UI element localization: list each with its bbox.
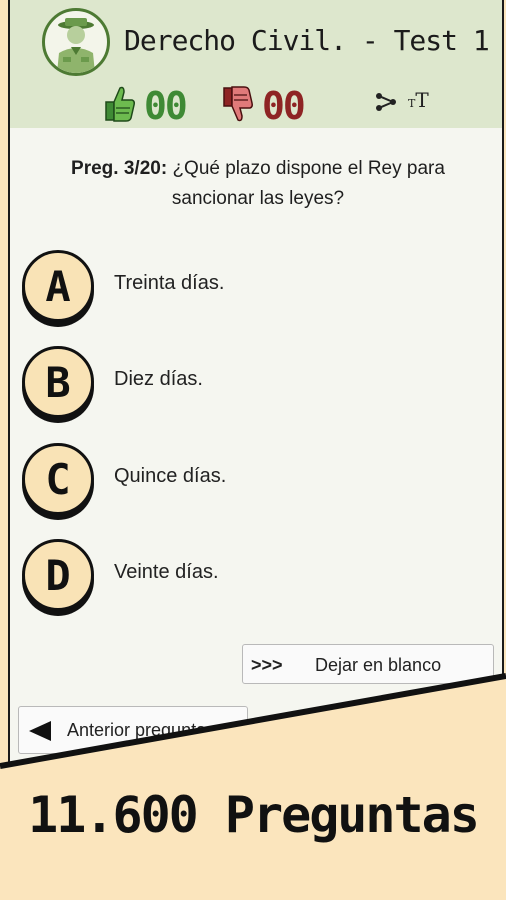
- option-text[interactable]: Veinte días.: [114, 561, 219, 584]
- option-letter-badge[interactable]: C: [22, 443, 94, 515]
- option-a[interactable]: A Treinta días.: [22, 250, 492, 330]
- option-c[interactable]: C Quince días.: [22, 443, 492, 523]
- option-d[interactable]: D Veinte días.: [22, 539, 492, 619]
- leave-blank-label: Dejar en blanco: [315, 655, 442, 675]
- font-size-large: T: [415, 88, 429, 112]
- left-arrow-icon: [29, 721, 51, 741]
- soldier-avatar-icon: [42, 8, 110, 76]
- wrong-count: 00: [262, 84, 306, 128]
- question-body: ¿Qué plazo dispone el Rey para sancionar…: [171, 158, 445, 209]
- option-text[interactable]: Quince días.: [114, 465, 226, 488]
- correct-count: 00: [144, 84, 188, 128]
- header-bar: Derecho Civil. - Test 1 - 00 00 TT: [10, 0, 506, 128]
- question-text: Preg. 3/20: ¿Qué plazo dispone el Rey pa…: [30, 154, 486, 214]
- font-size-icon[interactable]: TT: [408, 88, 429, 112]
- option-letter-badge[interactable]: B: [22, 346, 94, 418]
- option-text[interactable]: Treinta días.: [114, 272, 224, 295]
- promo-banner-text: 11.600 Preguntas: [28, 786, 480, 844]
- previous-question-label: Anterior pregunta: [67, 720, 207, 740]
- test-title: Derecho Civil. - Test 1 -: [124, 24, 506, 57]
- thumbs-up-icon: [102, 84, 136, 124]
- previous-question-button[interactable]: Anterior pregunta: [18, 706, 248, 754]
- option-b[interactable]: B Diez días.: [22, 346, 492, 426]
- share-icon[interactable]: [374, 90, 398, 114]
- app-screen: Derecho Civil. - Test 1 - 00 00 TT Preg.…: [8, 0, 506, 780]
- option-text[interactable]: Diez días.: [114, 368, 203, 391]
- forward-arrows-icon: >>>: [251, 655, 283, 675]
- option-letter-badge[interactable]: D: [22, 539, 94, 611]
- option-letter-badge[interactable]: A: [22, 250, 94, 322]
- thumbs-down-icon: [220, 84, 254, 124]
- question-label: Preg. 3/20:: [71, 158, 168, 179]
- leave-blank-button[interactable]: >>> Dejar en blanco: [242, 644, 494, 684]
